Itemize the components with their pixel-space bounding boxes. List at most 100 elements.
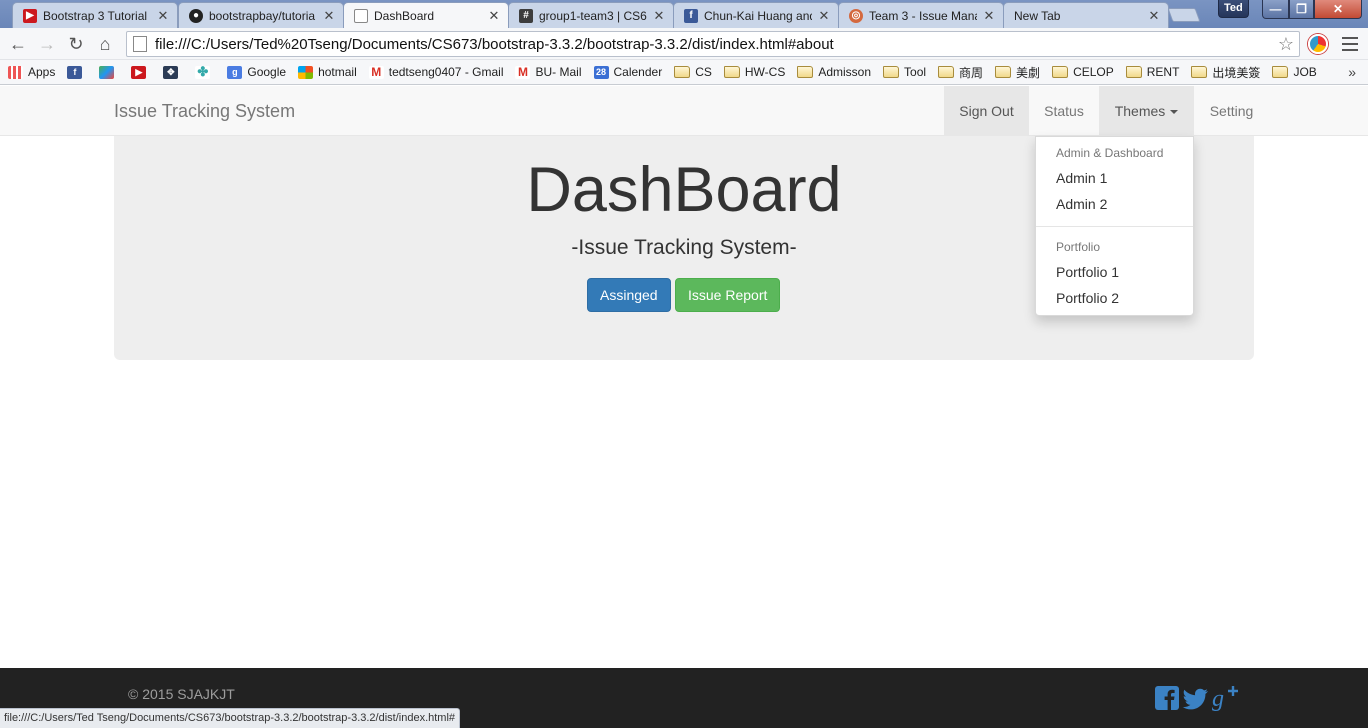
close-tab-icon[interactable]: ✕ — [323, 8, 335, 24]
menu-item-portfolio-2[interactable]: Portfolio 2 — [1056, 290, 1119, 306]
browser-menu-icon[interactable] — [1342, 37, 1358, 51]
menu-item-portfolio-1[interactable]: Portfolio 1 — [1056, 264, 1119, 280]
bookmark-hotmail[interactable]: hotmail — [298, 65, 357, 79]
flower-icon: ✤ — [195, 64, 211, 79]
tab-new-tab[interactable]: New Tab ✕ — [1003, 2, 1169, 28]
user-profile-badge[interactable]: Ted — [1218, 0, 1249, 18]
caret-down-icon — [1170, 110, 1179, 115]
bookmark-apps[interactable]: Apps — [8, 65, 55, 79]
folder-icon — [797, 66, 814, 78]
address-bar[interactable]: file:///C:/Users/Ted%20Tseng/Documents/C… — [126, 31, 1300, 57]
site-navbar: Issue Tracking System Sign Out Status Th… — [0, 86, 1368, 136]
tab-facebook[interactable]: f Chun-Kai Huang and ✕ — [673, 2, 839, 28]
browser-toolbar: ← → ↻ ⌂ file:///C:/Users/Ted%20Tseng/Doc… — [0, 28, 1368, 60]
facebook-icon: f — [67, 65, 83, 79]
bookmark-calender[interactable]: 28 Calender — [593, 65, 662, 79]
tab-team3-issue[interactable]: ◎ Team 3 - Issue Mana ✕ — [838, 2, 1004, 28]
nav-sign-out[interactable]: Sign Out — [944, 86, 1029, 136]
puzzle-icon: ✥ — [163, 65, 179, 79]
bookmark-folder-tool[interactable]: Tool — [883, 65, 926, 79]
close-tab-icon[interactable]: ✕ — [157, 8, 169, 24]
tab-bootstrap-tutorial[interactable]: ▶ Bootstrap 3 Tutorial ✕ — [12, 2, 178, 28]
svg-text:g: g — [1212, 686, 1224, 712]
back-arrow-icon[interactable]: ← — [7, 33, 29, 55]
forward-arrow-icon[interactable]: → — [36, 33, 58, 55]
app-icon: ◎ — [849, 8, 863, 23]
facebook-icon[interactable] — [1154, 684, 1180, 712]
bookmark-folder-visa[interactable]: 出境美簽 — [1191, 64, 1260, 81]
folder-icon — [1052, 66, 1069, 78]
dropdown-header-portfolio: Portfolio — [1056, 240, 1101, 254]
maximize-button[interactable]: ❐ — [1289, 0, 1314, 19]
bookmark-gmail[interactable]: M tedtseng0407 - Gmail — [368, 65, 503, 79]
folder-icon — [995, 66, 1012, 78]
bookmark-youtube[interactable]: ▶ — [131, 65, 151, 79]
folder-icon — [883, 66, 900, 78]
bookmark-puzzle[interactable]: ✥ — [163, 65, 183, 79]
google-plus-icon[interactable]: g — [1212, 684, 1242, 712]
dropdown-divider — [1036, 226, 1193, 227]
new-tab-button[interactable] — [1167, 8, 1201, 22]
nav-themes-dropdown[interactable]: Themes — [1099, 86, 1194, 136]
close-tab-icon[interactable]: ✕ — [1148, 8, 1160, 24]
bookmark-folder-rent[interactable]: RENT — [1125, 65, 1179, 79]
twitter-icon[interactable] — [1182, 684, 1210, 712]
bookmark-flower[interactable]: ✤ — [195, 64, 215, 79]
menu-item-admin-2[interactable]: Admin 2 — [1056, 196, 1107, 212]
facebook-icon: f — [684, 8, 698, 23]
youtube-icon: ▶ — [131, 65, 147, 79]
bookmark-maps[interactable] — [99, 65, 119, 79]
bookmark-bu-mail[interactable]: M BU- Mail — [515, 65, 582, 79]
nav-status[interactable]: Status — [1029, 86, 1099, 136]
maps-icon — [99, 65, 115, 79]
calendar-icon: 28 — [593, 65, 609, 79]
window-close-button[interactable]: ✕ — [1314, 0, 1362, 19]
close-tab-icon[interactable]: ✕ — [983, 8, 995, 24]
close-tab-icon[interactable]: ✕ — [818, 8, 830, 24]
folder-icon — [1125, 66, 1142, 78]
issue-report-button[interactable]: Issue Report — [675, 278, 781, 312]
bookmark-google[interactable]: g Google — [227, 65, 286, 79]
bookmark-star-icon[interactable]: ☆ — [1275, 34, 1297, 55]
bookmarks-bar: Apps f ▶ ✥ ✤ g Google hotmail M tedtseng… — [0, 60, 1368, 85]
gmail-icon: M — [368, 65, 384, 79]
reload-icon[interactable]: ↻ — [65, 33, 87, 55]
bookmark-facebook[interactable]: f — [67, 65, 87, 79]
nav-themes-label: Themes — [1114, 103, 1166, 119]
status-bar: file:///C:/Users/Ted Tseng/Documents/CS6… — [0, 708, 461, 728]
gmail-icon: M — [515, 65, 531, 79]
folder-icon — [1191, 66, 1208, 78]
tab-strip: ▶ Bootstrap 3 Tutorial ✕ ● bootstrapbay/… — [0, 0, 1368, 28]
bookmarks-overflow-button[interactable]: » — [1348, 64, 1356, 80]
dropdown-header-admin: Admin & Dashboard — [1056, 146, 1164, 160]
youtube-icon: ▶ — [23, 8, 37, 23]
folder-icon — [674, 66, 691, 78]
page-icon — [354, 8, 368, 23]
slack-icon: # — [519, 8, 533, 23]
bookmark-folder-meiju[interactable]: 美劇 — [995, 64, 1040, 81]
assigned-button[interactable]: Assinged — [587, 278, 671, 312]
navbar-brand[interactable]: Issue Tracking System — [114, 101, 295, 122]
bookmark-folder-job[interactable]: JOB — [1272, 65, 1317, 79]
bookmark-folder-admisson[interactable]: Admisson — [797, 65, 871, 79]
extension-icon[interactable] — [1308, 34, 1328, 54]
bookmark-folder-shangzhou[interactable]: 商周 — [938, 64, 983, 81]
close-tab-icon[interactable]: ✕ — [488, 8, 500, 24]
nav-setting[interactable]: Setting — [1194, 86, 1269, 136]
bookmark-folder-celop[interactable]: CELOP — [1052, 65, 1114, 79]
address-url[interactable]: file:///C:/Users/Ted%20Tseng/Documents/C… — [155, 36, 1275, 53]
folder-icon — [1272, 66, 1289, 78]
apps-icon — [8, 65, 23, 79]
windows-icon — [298, 65, 314, 79]
tab-github[interactable]: ● bootstrapbay/tutoria ✕ — [178, 2, 344, 28]
bookmark-folder-cs[interactable]: CS — [674, 65, 712, 79]
close-tab-icon[interactable]: ✕ — [653, 8, 665, 24]
menu-item-admin-1[interactable]: Admin 1 — [1056, 170, 1107, 186]
minimize-button[interactable]: — — [1262, 0, 1289, 19]
github-icon: ● — [189, 8, 203, 23]
tab-group1-team3[interactable]: # group1-team3 | CS67 ✕ — [508, 2, 674, 28]
bookmark-folder-hw-cs[interactable]: HW-CS — [723, 65, 785, 79]
home-icon[interactable]: ⌂ — [94, 33, 116, 55]
folder-icon — [723, 66, 740, 78]
tab-dashboard[interactable]: DashBoard ✕ — [343, 2, 509, 28]
